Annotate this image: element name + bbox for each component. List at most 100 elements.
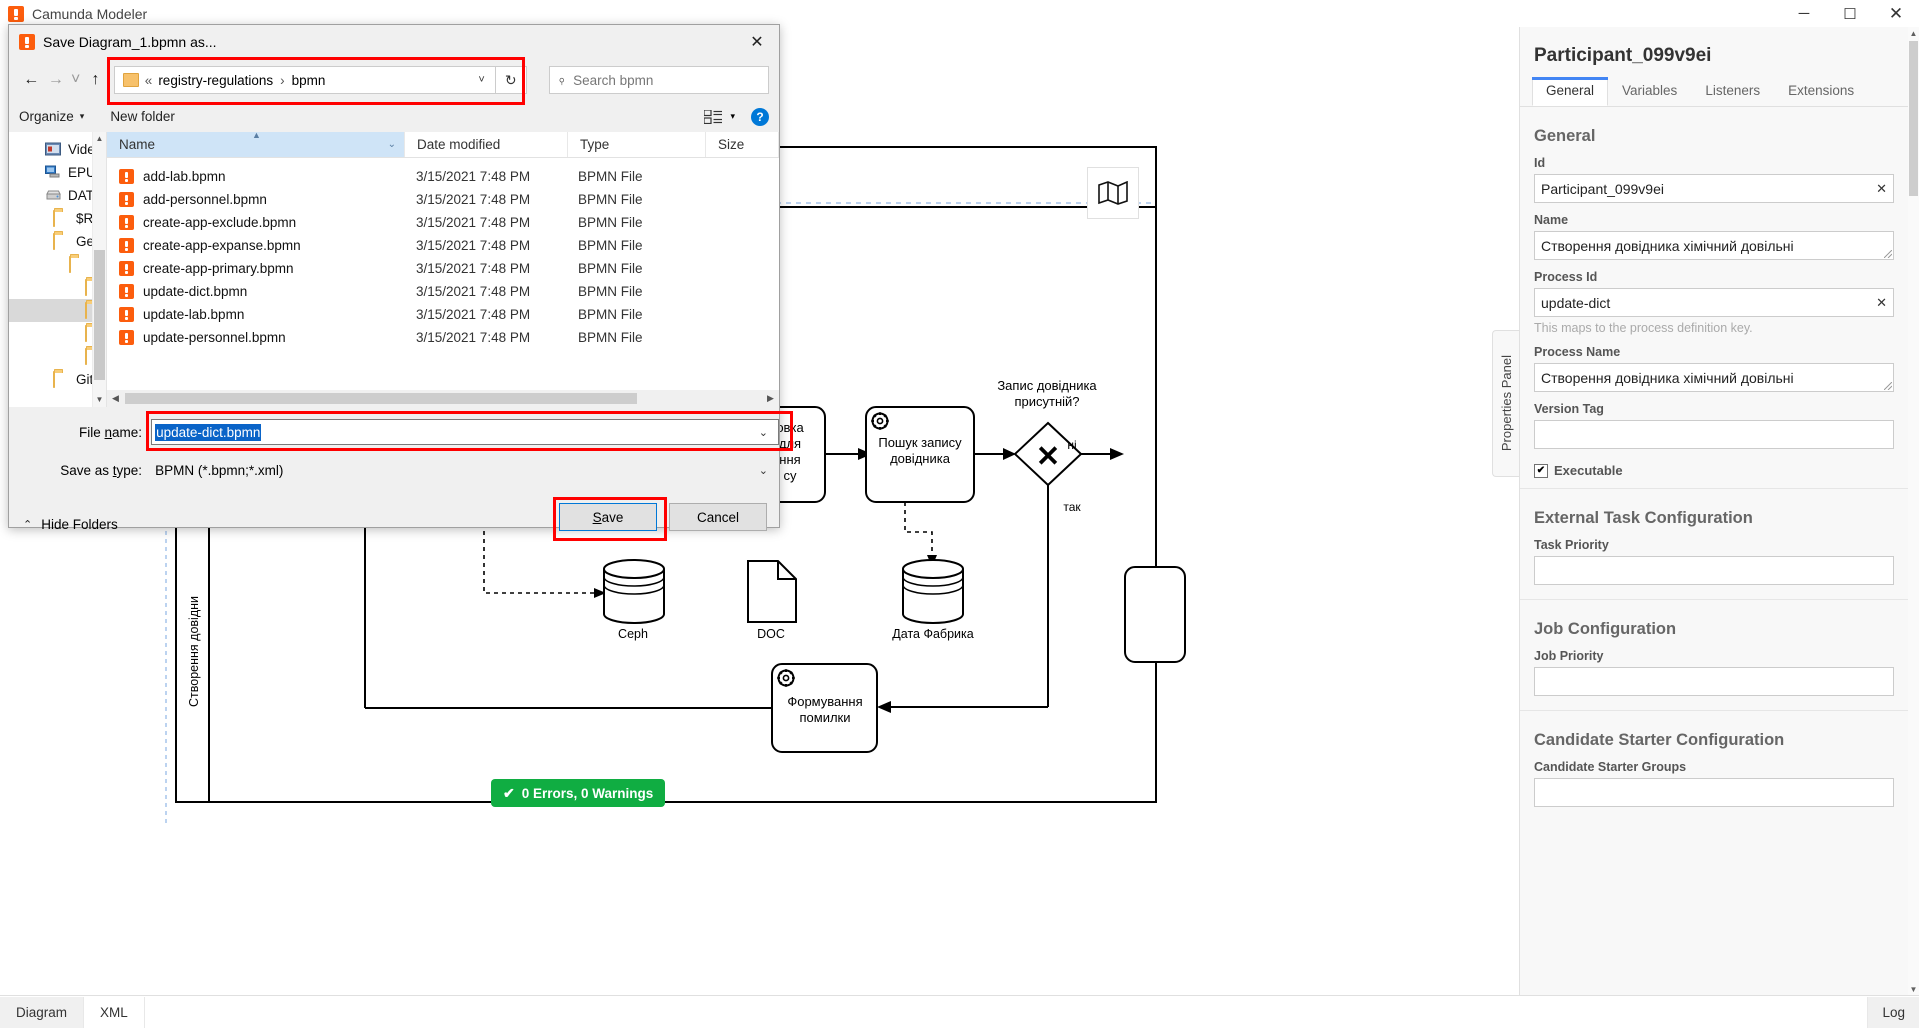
chevron-down-icon[interactable]: ⌄ <box>751 426 776 439</box>
bottom-tab-bar: Diagram XML Log <box>0 995 1919 1028</box>
address-bar[interactable]: « registry-regulations › bpmn ˅ <box>113 66 496 94</box>
cancel-button[interactable]: Cancel <box>669 503 767 531</box>
table-row[interactable]: update-personnel.bpmn 3/15/2021 7:48 PM … <box>107 326 779 349</box>
scroll-up-icon[interactable]: ▲ <box>93 132 106 146</box>
table-row[interactable]: create-app-exclude.bpmn 3/15/2021 7:48 P… <box>107 211 779 234</box>
table-row[interactable]: create-app-primary.bpmn 3/15/2021 7:48 P… <box>107 257 779 280</box>
column-header-size[interactable]: Size <box>706 132 779 157</box>
executable-checkbox[interactable]: ✔ <box>1534 463 1548 478</box>
folder-tree[interactable]: Videos EPUAKYIW0376 DATA (D:) $RECYCLE.B… <box>9 132 106 407</box>
task-priority-field[interactable] <box>1534 556 1894 585</box>
organize-label: Organize <box>19 109 74 124</box>
process-name-field[interactable]: Створення довідника хімічний довільні <box>1534 363 1894 392</box>
resize-handle-icon[interactable] <box>1884 250 1892 258</box>
scrollbar-thumb[interactable] <box>125 393 637 404</box>
minimize-button[interactable]: ─ <box>1781 0 1827 27</box>
chevron-down-icon[interactable]: ▾ <box>730 111 735 122</box>
tree-scrollbar[interactable]: ▲ ▼ <box>92 132 106 407</box>
breadcrumb-segment-2[interactable]: bpmn <box>292 73 326 88</box>
save-dialog: Save Diagram_1.bpmn as... ✕ ← → ˅ ↑ « re… <box>8 24 793 541</box>
file-name-cell: update-dict.bpmn <box>107 284 404 299</box>
bpmn-file-icon <box>119 169 134 184</box>
properties-panel-scrollbar[interactable]: ▲ ▼ <box>1908 27 1919 996</box>
chevron-down-icon[interactable]: ⌄ <box>388 139 396 150</box>
hide-folders-toggle[interactable]: ⌃ Hide Folders <box>23 517 118 532</box>
id-field[interactable]: Participant_099v9ei ✕ <box>1534 174 1894 203</box>
table-row[interactable]: update-dict.bpmn 3/15/2021 7:48 PM BPMN … <box>107 280 779 303</box>
column-header-name[interactable]: ▲ Name ⌄ <box>107 130 405 157</box>
table-row[interactable]: add-lab.bpmn 3/15/2021 7:48 PM BPMN File <box>107 165 779 188</box>
organize-button[interactable]: Organize ▾ <box>19 109 84 124</box>
refresh-button[interactable]: ↻ <box>495 66 527 94</box>
file-name-cell: add-lab.bpmn <box>107 169 404 184</box>
file-name-cell: update-lab.bpmn <box>107 307 404 322</box>
file-type-cell: BPMN File <box>578 215 643 230</box>
process-name-value: Створення довідника хімічний довільні <box>1541 369 1794 386</box>
process-id-value: update-dict <box>1541 294 1611 311</box>
name-field[interactable]: Створення довідника хімічний довільні <box>1534 231 1894 260</box>
svg-text:для: для <box>779 436 801 451</box>
save-dialog-close-button[interactable]: ✕ <box>735 27 779 57</box>
candidate-starter-section: Candidate Starter Configuration Candidat… <box>1520 711 1908 807</box>
view-list-icon[interactable] <box>704 109 723 124</box>
column-header-date[interactable]: Date modified <box>405 132 568 157</box>
address-prefix: « <box>144 72 153 88</box>
scroll-down-icon[interactable]: ▼ <box>93 393 106 407</box>
tab-extensions[interactable]: Extensions <box>1774 77 1869 106</box>
scroll-left-icon[interactable]: ◀ <box>107 390 124 407</box>
job-priority-field[interactable] <box>1534 667 1894 696</box>
scrollbar-thumb[interactable] <box>1909 41 1918 196</box>
tab-listeners[interactable]: Listeners <box>1691 77 1775 106</box>
close-button[interactable]: ✕ <box>1873 0 1919 27</box>
scrollbar-track[interactable] <box>124 390 762 407</box>
map-icon <box>1098 181 1128 205</box>
svg-text:Дата Фабрика: Дата Фабрика <box>892 627 973 641</box>
table-row[interactable]: update-lab.bpmn 3/15/2021 7:48 PM BPMN F… <box>107 303 779 326</box>
file-list[interactable]: ▲ Name ⌄ Date modified Type Size add-lab… <box>106 130 779 407</box>
file-name-label: update-personnel.bpmn <box>143 330 286 345</box>
executable-checkbox-row[interactable]: ✔ Executable <box>1534 463 1894 478</box>
process-id-field[interactable]: update-dict ✕ <box>1534 288 1894 317</box>
filename-input[interactable]: update-dict.bpmn ⌄ <box>151 419 779 445</box>
file-name-label: update-dict.bpmn <box>143 284 248 299</box>
tab-diagram[interactable]: Diagram <box>0 997 85 1028</box>
chevron-down-icon[interactable]: ⌄ <box>751 464 776 477</box>
file-list-horizontal-scrollbar[interactable]: ◀ ▶ <box>107 390 779 407</box>
table-row[interactable]: add-personnel.bpmn 3/15/2021 7:48 PM BPM… <box>107 188 779 211</box>
table-row[interactable]: create-app-expanse.bpmn 3/15/2021 7:48 P… <box>107 234 779 257</box>
chevron-down-icon[interactable]: ˅ <box>472 74 490 86</box>
savetype-value: BPMN (*.bpmn;*.xml) <box>155 462 284 478</box>
bpmn-file-icon <box>119 192 134 207</box>
scroll-up-icon[interactable]: ▲ <box>1908 27 1919 40</box>
properties-panel-handle[interactable]: Properties Panel <box>1492 330 1520 477</box>
svg-text:✕: ✕ <box>1036 441 1060 473</box>
recent-locations-button[interactable]: ˅ <box>68 67 83 93</box>
search-input[interactable]: ⌕ Search bpmn <box>548 66 769 94</box>
save-dialog-navbar: ← → ˅ ↑ « registry-regulations › bpmn ˅ … <box>9 57 779 105</box>
log-button[interactable]: Log <box>1867 997 1919 1028</box>
resize-handle-icon[interactable] <box>1884 382 1892 390</box>
scrollbar-thumb[interactable] <box>94 250 105 380</box>
clear-id-icon[interactable]: ✕ <box>1876 181 1887 197</box>
tab-xml[interactable]: XML <box>84 997 145 1028</box>
new-folder-button[interactable]: New folder <box>110 109 175 124</box>
forward-button[interactable]: → <box>44 67 69 93</box>
clear-process-id-icon[interactable]: ✕ <box>1876 295 1887 311</box>
scroll-right-icon[interactable]: ▶ <box>762 390 779 407</box>
tab-general[interactable]: General <box>1532 77 1609 106</box>
up-button[interactable]: ↑ <box>83 67 108 93</box>
save-button[interactable]: Save <box>559 503 657 531</box>
properties-panel-tabs: General Variables Listeners Extensions <box>1520 77 1908 107</box>
back-button[interactable]: ← <box>19 67 44 93</box>
maximize-button[interactable]: ☐ <box>1827 0 1873 27</box>
breadcrumb-segment-1[interactable]: registry-regulations <box>158 73 273 88</box>
help-icon[interactable]: ? <box>751 107 769 126</box>
file-name-cell: create-app-exclude.bpmn <box>107 215 404 230</box>
version-tag-field[interactable] <box>1534 420 1894 449</box>
tab-variables[interactable]: Variables <box>1608 77 1692 106</box>
savetype-select[interactable]: BPMN (*.bpmn;*.xml) ⌄ <box>151 457 779 483</box>
minimap-toggle-button[interactable] <box>1087 167 1139 219</box>
column-header-type[interactable]: Type <box>568 132 706 157</box>
candidate-starter-groups-field[interactable] <box>1534 778 1894 807</box>
file-type-cell: BPMN File <box>578 330 643 345</box>
